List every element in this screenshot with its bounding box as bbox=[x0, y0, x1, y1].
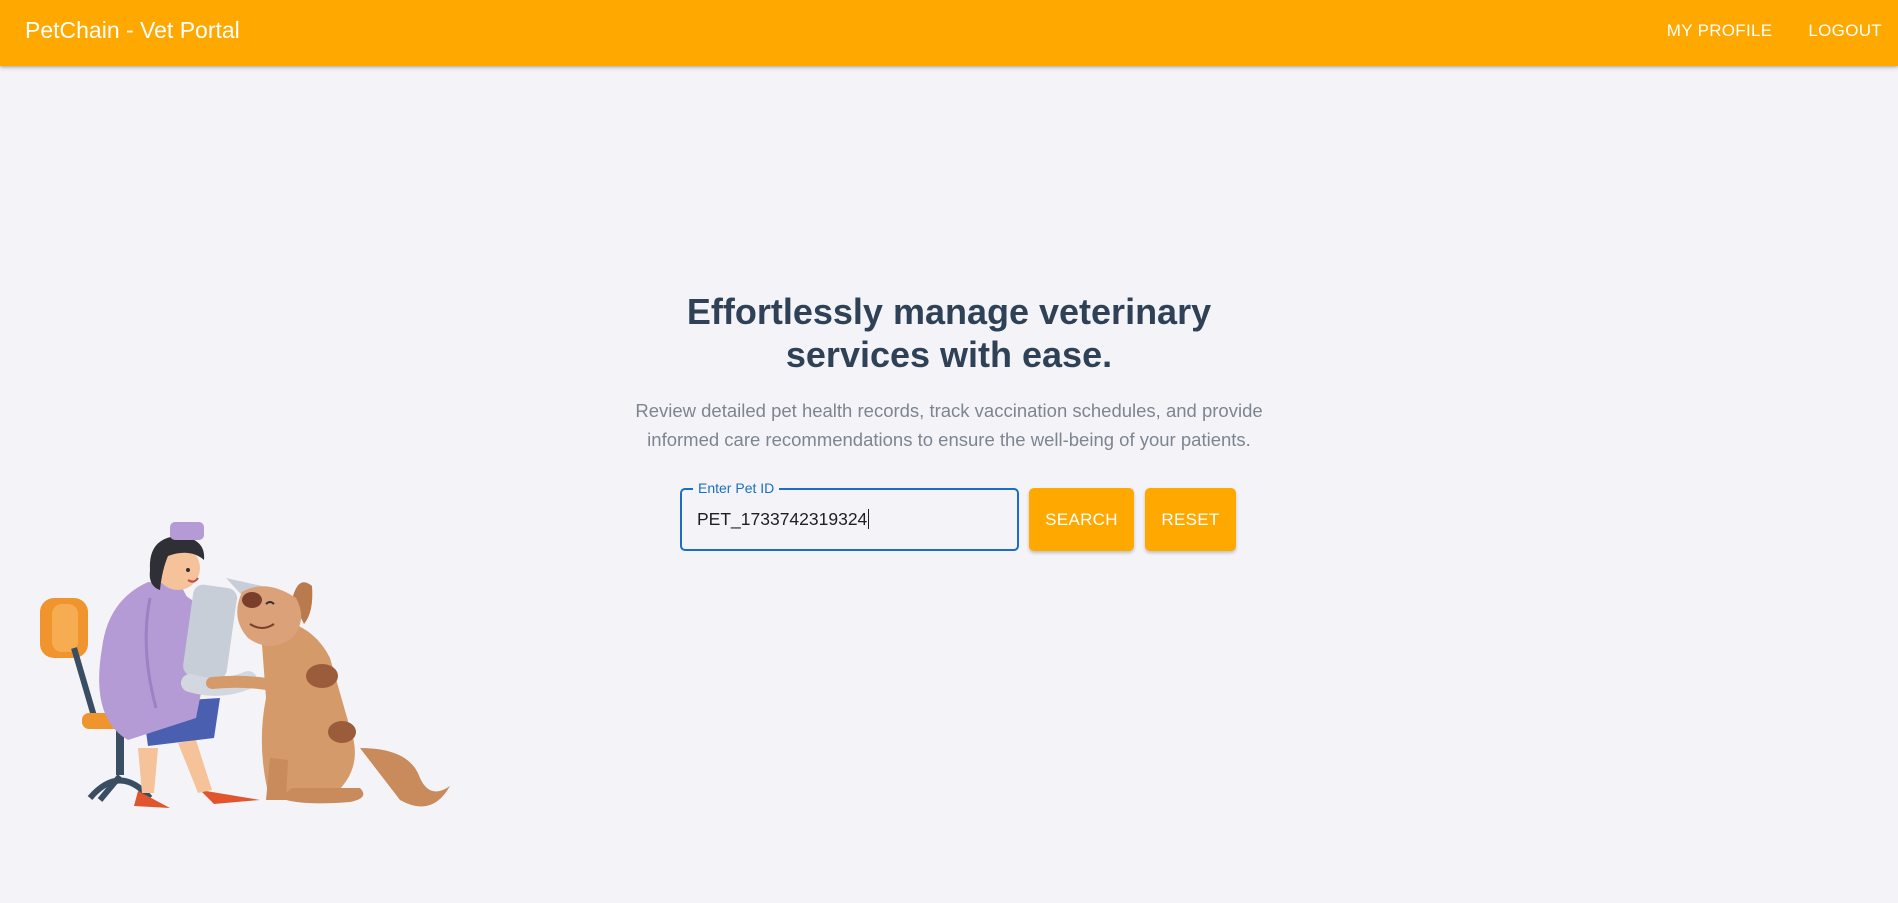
pet-id-input-label: Enter Pet ID bbox=[693, 479, 780, 497]
vet-bandaging-dog-illustration bbox=[40, 522, 450, 808]
hero-description-line-1: Review detailed pet health records, trac… bbox=[635, 400, 1263, 421]
app-bar: PetChain - Vet Portal MY PROFILE LOGOUT bbox=[0, 0, 1898, 66]
hero-headline-line-1: Effortlessly manage veterinary bbox=[686, 291, 1212, 332]
app-title: PetChain - Vet Portal bbox=[25, 17, 240, 43]
pet-id-input[interactable]: Enter Pet ID PET_1733742319324 bbox=[680, 479, 1019, 551]
text-cursor bbox=[868, 509, 870, 529]
my-profile-button[interactable]: MY PROFILE bbox=[1667, 20, 1773, 42]
hero-description: Review detailed pet health records, trac… bbox=[619, 396, 1279, 454]
pet-id-input-value[interactable]: PET_1733742319324 bbox=[697, 508, 870, 530]
pet-id-value-text: PET_1733742319324 bbox=[697, 509, 868, 529]
dog-figure bbox=[206, 582, 450, 807]
logout-button[interactable]: LOGOUT bbox=[1808, 20, 1882, 42]
search-button[interactable]: SEARCH bbox=[1029, 488, 1134, 551]
hero-headline-line-2: services with ease. bbox=[785, 334, 1113, 375]
hero-section: Effortlessly manage veterinary services … bbox=[0, 290, 1898, 454]
reset-button[interactable]: RESET bbox=[1145, 488, 1236, 551]
hero-description-line-2: informed care recommendations to ensure … bbox=[647, 429, 1251, 450]
top-nav: MY PROFILE LOGOUT bbox=[1667, 20, 1882, 42]
hero-headline: Effortlessly manage veterinary services … bbox=[0, 290, 1898, 376]
